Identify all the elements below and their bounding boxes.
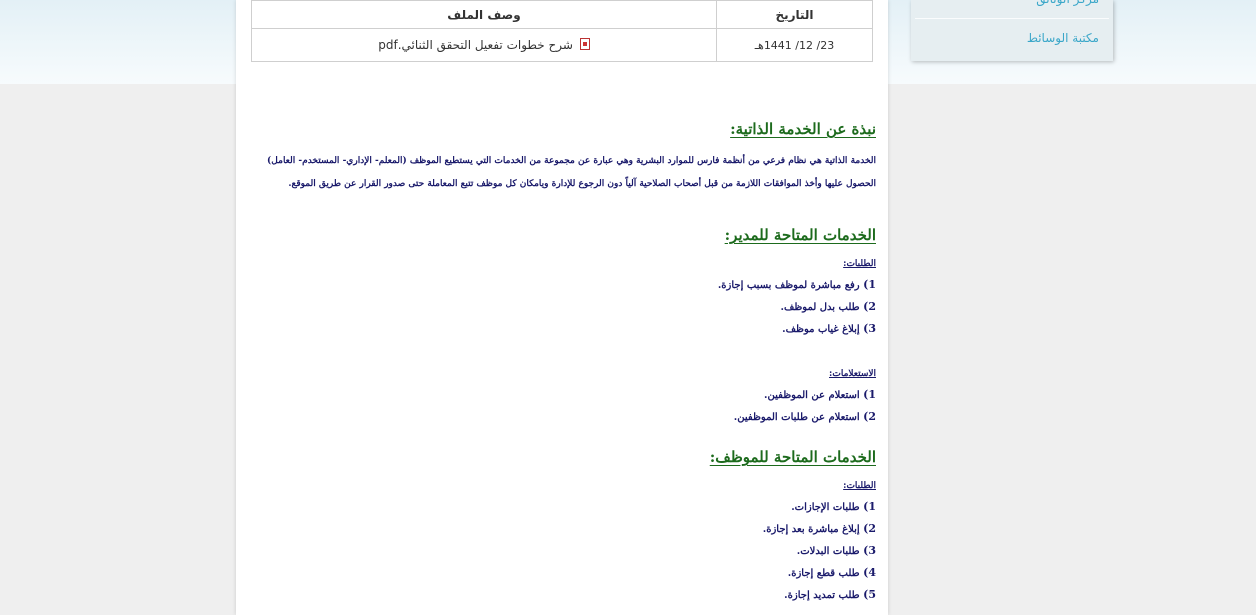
- list-item-text: طلب تمديد إجازة.: [784, 590, 860, 601]
- list-item: 1) رفع مباشرة لموظف بسبب إجازة.: [256, 274, 876, 296]
- list-item-text: إبلاغ غياب موظف.: [782, 324, 860, 335]
- article: نبذة عن الخدمة الذاتية: الخدمة الذاتية ه…: [256, 120, 876, 606]
- about-heading: نبذة عن الخدمة الذاتية:: [730, 120, 876, 138]
- list-item-number: 2): [863, 522, 876, 535]
- manager-inquiries-label: الاستعلامات:: [829, 369, 876, 379]
- about-text-line-1: الخدمة الذاتية هي نظام فرعي من أنظمة فار…: [267, 156, 876, 166]
- list-item-text: استعلام عن الموظفين.: [764, 390, 860, 401]
- list-item: 4) طلب قطع إجازة.: [256, 562, 876, 584]
- list-item-text: طلب بدل لموظف.: [780, 302, 860, 313]
- sidebar-menu: مركز الوثائق مكتبة الوسائط: [911, 0, 1113, 61]
- column-header-description: وصف الملف: [251, 0, 717, 29]
- list-item-text: استعلام عن طلبات الموظفين.: [733, 412, 860, 423]
- column-header-date: التاريخ: [716, 0, 873, 29]
- about-text: الخدمة الذاتية هي نظام فرعي من أنظمة فار…: [256, 150, 876, 196]
- file-date: 23/ 12/ 1441هـ: [716, 28, 873, 62]
- sidebar-item-documents-center[interactable]: مركز الوثائق: [911, 0, 1113, 10]
- list-item-number: 1): [863, 388, 876, 401]
- list-item: 1) استعلام عن الموظفين.: [256, 384, 876, 406]
- manager-requests-label: الطلبات:: [843, 259, 876, 269]
- sidebar-divider: [915, 18, 1109, 19]
- list-item-text: طلبات الإجازات.: [791, 502, 860, 513]
- list-item-number: 2): [863, 410, 876, 423]
- list-item-number: 5): [863, 588, 876, 601]
- about-text-line-2: الحصول عليها وأخذ الموافقات اللازمة من ق…: [288, 179, 876, 189]
- manager-services-heading: الخدمات المتاحة للمدير:: [724, 226, 876, 244]
- list-item: 2) طلب بدل لموظف.: [256, 296, 877, 318]
- file-link[interactable]: شرح خطوات تفعيل التحقق الثنائي.pdf: [378, 38, 573, 52]
- sidebar-item-media-library[interactable]: مكتبة الوسائط: [911, 22, 1113, 54]
- list-item-number: 1): [863, 278, 876, 291]
- list-item-number: 2): [863, 300, 876, 313]
- list-item-number: 3): [863, 544, 876, 557]
- list-item-number: 3): [863, 322, 876, 335]
- list-item-text: رفع مباشرة لموظف بسبب إجازة.: [717, 280, 860, 291]
- table-row: 23/ 12/ 1441هـ شرح خطوات تفعيل التحقق ال…: [251, 28, 873, 62]
- list-item: 2) استعلام عن طلبات الموظفين.: [256, 406, 876, 428]
- list-item: 3) إبلاغ غياب موظف.: [256, 318, 876, 340]
- file-description-cell: شرح خطوات تفعيل التحقق الثنائي.pdf: [251, 28, 717, 62]
- employee-requests-label: الطلبات:: [843, 481, 876, 491]
- list-item-text: طلب قطع إجازة.: [787, 568, 860, 579]
- list-item-number: 4): [863, 566, 876, 579]
- list-item-text: طلبات البدلات.: [796, 546, 860, 557]
- list-item: 3) طلبات البدلات.: [256, 540, 876, 562]
- table-header-row: التاريخ وصف الملف: [251, 0, 873, 29]
- list-item: 2) إبلاغ مباشرة بعد إجازة.: [256, 518, 876, 540]
- list-item: 5) طلب تمديد إجازة.: [256, 584, 876, 606]
- list-item-text: إبلاغ مباشرة بعد إجازة.: [762, 524, 860, 535]
- list-item-number: 1): [863, 500, 876, 513]
- employee-services-heading: الخدمات المتاحة للموظف:: [709, 448, 876, 466]
- files-table: التاريخ وصف الملف 23/ 12/ 1441هـ شرح خطو…: [251, 0, 873, 62]
- pdf-icon: [579, 38, 590, 50]
- list-item: 1) طلبات الإجازات.: [256, 496, 876, 518]
